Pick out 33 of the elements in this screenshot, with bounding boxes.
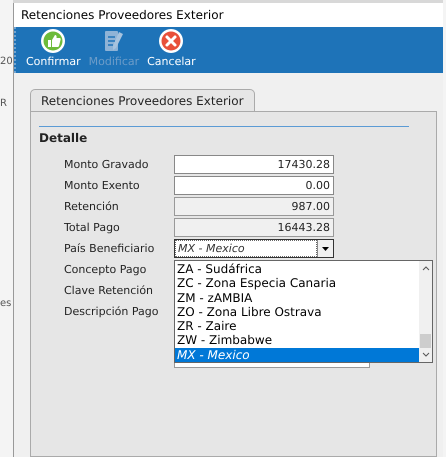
- section-title: Detalle: [39, 130, 88, 147]
- list-item[interactable]: ZW - Zimbabwe: [175, 333, 419, 348]
- combo-box[interactable]: MX - Mexico: [174, 239, 334, 258]
- list-item[interactable]: ZC - Zona Especia Canaria: [175, 276, 419, 291]
- field-label: Clave Retención: [63, 283, 154, 299]
- list-item[interactable]: ZM - zAMBIA: [175, 290, 419, 305]
- scroll-thumb[interactable]: [420, 334, 431, 348]
- list-item[interactable]: ZR - Zaire: [175, 319, 419, 334]
- dropdown-arrow-icon: [322, 246, 329, 250]
- toolbar-button[interactable]: Cancelar: [147, 28, 196, 68]
- field-label: Monto Gravado: [63, 157, 150, 173]
- toolbar-button[interactable]: Confirmar: [26, 28, 81, 68]
- scrollbar[interactable]: [419, 261, 432, 362]
- field-label: Concepto Pago: [63, 262, 148, 278]
- input-field[interactable]: 17430.28: [174, 155, 334, 174]
- background-text: es: [0, 297, 12, 311]
- field-label: Total Pago: [63, 220, 121, 236]
- thumbs-up-icon: [40, 28, 66, 54]
- input-field[interactable]: 0.00: [174, 176, 334, 195]
- list-item[interactable]: ZO - Zona Libre Ostrava: [175, 304, 419, 320]
- background-text: 20: [0, 55, 13, 69]
- list-item[interactable]: ZA - Sudáfrica: [175, 262, 419, 276]
- field-label: Monto Exento: [63, 178, 141, 194]
- window-title: Retenciones Proveedores Exterior: [21, 7, 224, 24]
- tab[interactable]: Retenciones Proveedores Exterior: [30, 89, 254, 111]
- field-label: País Beneficiario: [63, 241, 156, 257]
- input-field[interactable]: 16443.28: [174, 218, 334, 237]
- field-label: Descripción Pago: [63, 304, 160, 320]
- input-field[interactable]: 987.00: [174, 197, 334, 216]
- close-icon: [158, 28, 184, 54]
- field-label: Retención: [63, 199, 120, 215]
- list-item[interactable]: MX - Mexico: [175, 348, 419, 362]
- background-text: R: [0, 97, 8, 111]
